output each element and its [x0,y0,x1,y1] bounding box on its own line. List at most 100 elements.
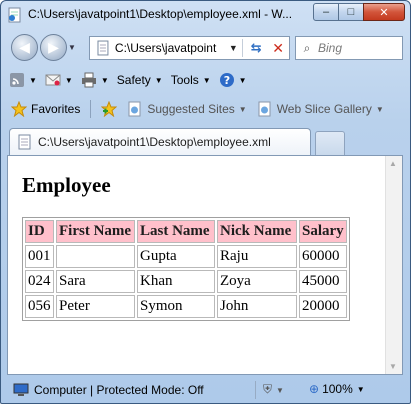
title-bar: C:\Users\javatpoint1\Desktop\employee.xm… [1,1,410,29]
ie-page-icon [8,7,21,23]
chevron-down-icon: ▼ [154,75,163,85]
rss-icon [10,73,24,87]
cell-last-name: Gupta [137,245,215,268]
chevron-down-icon: ▼ [202,75,211,85]
zoom-level: 100% [322,382,353,396]
forward-button[interactable]: ▶ [40,34,67,61]
stop-icon: ✕ [272,39,284,56]
chevron-down-icon: ▼ [100,75,109,85]
search-icon: ⌕ [303,40,311,55]
help-menu[interactable]: ? ▼ [219,72,247,88]
tab-employee-xml[interactable]: C:\Users\javatpoint1\Desktop\employee.xm… [9,128,311,155]
column-header-id: ID [25,220,54,243]
cell-nick-name: Zoya [217,270,297,293]
favorites-button[interactable]: Favorites [11,101,80,117]
tools-label: Tools [170,73,199,87]
favorites-bar: Favorites Suggested Sites ▼ Web Slice Ga… [1,95,410,123]
security-status-button[interactable]: ⛨ ▼ [263,382,284,397]
shield-icon: ⛨ [263,382,273,396]
add-to-favorites-button[interactable] [101,101,118,117]
chevron-down-icon: ▼ [356,384,365,394]
address-bar[interactable]: C:\Users\javatpoint ▼ ⇆ ✕ [89,36,290,60]
employee-table: ID First Name Last Name Nick Name Salary… [22,217,350,321]
chevron-down-icon: ▼ [238,75,247,85]
column-header-first-name: First Name [56,220,135,243]
navigation-bar: ◀ ▶ ▼ C:\Users\javatpoint ▼ ⇆ ✕ ⌕ Bing [1,31,410,65]
web-slice-gallery-label: Web Slice Gallery [276,102,372,116]
arrow-right-icon: ▶ [48,39,59,55]
scroll-down-icon[interactable]: ▼ [389,362,397,371]
cell-first-name: Peter [56,295,135,318]
cell-first-name: Sara [56,270,135,293]
recent-pages-dropdown[interactable]: ▼ [68,43,78,53]
tab-label: C:\Users\javatpoint1\Desktop\employee.xm… [38,135,271,149]
column-header-nick-name: Nick Name [217,220,297,243]
cell-last-name: Khan [137,270,215,293]
browser-window: C:\Users\javatpoint1\Desktop\employee.xm… [0,0,411,404]
stop-button[interactable]: ✕ [267,37,289,59]
search-placeholder[interactable]: Bing [318,41,342,55]
chevron-down-icon: ▼ [64,75,73,85]
maximize-button[interactable]: □ [338,3,364,21]
column-header-salary: Salary [299,220,347,243]
tab-strip: C:\Users\javatpoint1\Desktop\employee.xm… [1,125,410,155]
safety-menu[interactable]: Safety ▼ [117,73,163,87]
printer-icon [81,72,96,88]
page-icon [18,134,31,150]
address-divider [242,39,244,57]
cell-salary: 20000 [299,295,347,318]
refresh-button[interactable]: ⇆ [245,37,267,59]
feeds-button[interactable]: ▼ [9,72,37,88]
scroll-up-icon[interactable]: ▲ [389,159,397,168]
arrow-left-icon: ◀ [19,39,30,55]
close-button[interactable]: ✕ [363,3,405,21]
address-text[interactable]: C:\Users\javatpoint [115,41,226,55]
table-row: 056 Peter Symon John 20000 [25,295,347,318]
safety-label: Safety [116,73,151,87]
cell-id: 024 [25,270,54,293]
zoom-icon: ⊕ [309,382,320,396]
cell-last-name: Symon [137,295,215,318]
zoom-control[interactable]: ⊕ 100% ▼ [309,382,365,396]
search-box[interactable]: ⌕ Bing [295,36,403,60]
chevron-down-icon: ▼ [238,104,247,114]
svg-text:?: ? [223,74,229,87]
add-favorite-icon [101,101,118,117]
minimize-button[interactable]: – [313,3,339,21]
table-row: 001 Gupta Raju 60000 [25,245,347,268]
status-divider [255,381,256,399]
command-bar: ▼ ▼ ▼ Safety ▼ Tools ▼ ? ▼ [1,67,410,93]
page-heading: Employee [22,173,111,197]
suggested-sites-link[interactable]: Suggested Sites ▼ [127,101,247,117]
new-tab-button[interactable] [315,131,345,155]
vertical-scrollbar[interactable]: ▲ ▼ [385,156,402,374]
page-icon [97,40,109,56]
chevron-down-icon: ▼ [29,75,37,85]
cell-salary: 45000 [299,270,347,293]
star-icon [11,101,27,117]
window-title: C:\Users\javatpoint1\Desktop\employee.xm… [28,7,293,21]
status-bar: Computer | Protected Mode: Off ⛨ ▼ ⊕ 100%… [1,376,410,403]
ie-page-icon [258,101,271,117]
mail-button[interactable]: ▼ [45,72,73,88]
cell-nick-name: John [217,295,297,318]
refresh-icon: ⇆ [250,40,262,55]
computer-icon [13,383,29,396]
address-dropdown-icon[interactable]: ▼ [226,43,240,53]
security-zone-text: Computer | Protected Mode: Off [34,383,204,397]
cell-id: 056 [25,295,54,318]
table-header-row: ID First Name Last Name Nick Name Salary [25,220,347,243]
cell-salary: 60000 [299,245,347,268]
favorites-label: Favorites [31,102,81,116]
web-slice-gallery-link[interactable]: Web Slice Gallery ▼ [257,101,384,117]
print-button[interactable]: ▼ [81,72,109,88]
mail-icon [45,74,61,86]
window-controls: – □ ✕ [313,3,405,21]
table-row: 024 Sara Khan Zoya 45000 [25,270,347,293]
chevron-down-icon: ▼ [276,386,284,395]
ie-page-icon [128,101,141,117]
favorites-divider [90,100,92,118]
cell-first-name [56,245,135,268]
tools-menu[interactable]: Tools ▼ [171,73,211,87]
back-button[interactable]: ◀ [11,34,38,61]
